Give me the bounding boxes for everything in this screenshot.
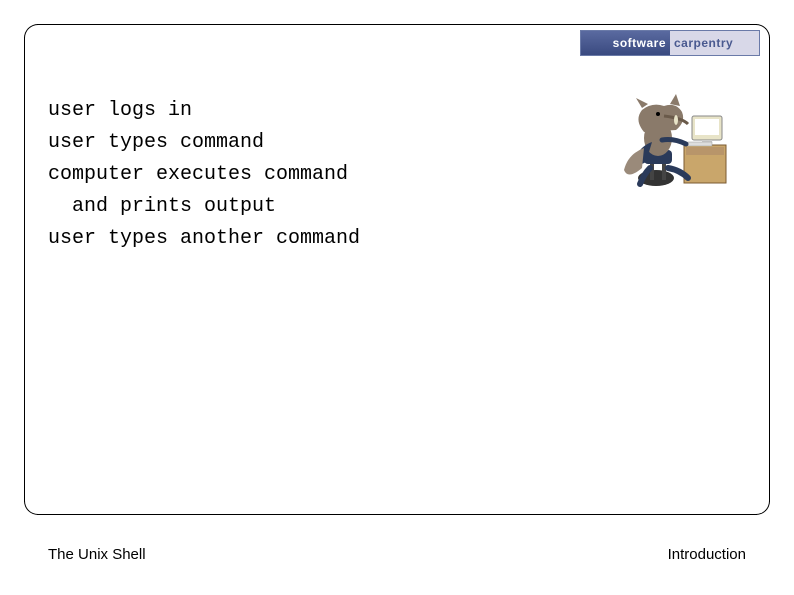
line-4: and prints output [48, 191, 360, 223]
line-3: computer executes command [48, 159, 360, 191]
footer-right: Introduction [668, 546, 746, 563]
line-2: user types command [48, 127, 360, 159]
logo-left-text: software [581, 31, 670, 55]
line-1: user logs in [48, 95, 360, 127]
software-carpentry-logo: software carpentry [580, 30, 760, 56]
slide-body: user logs in user types command computer… [48, 95, 360, 255]
logo-right-text: carpentry [670, 31, 759, 55]
wolf-at-computer-illustration [614, 90, 734, 200]
footer-left: The Unix Shell [48, 546, 146, 563]
line-5: user types another command [48, 223, 360, 255]
